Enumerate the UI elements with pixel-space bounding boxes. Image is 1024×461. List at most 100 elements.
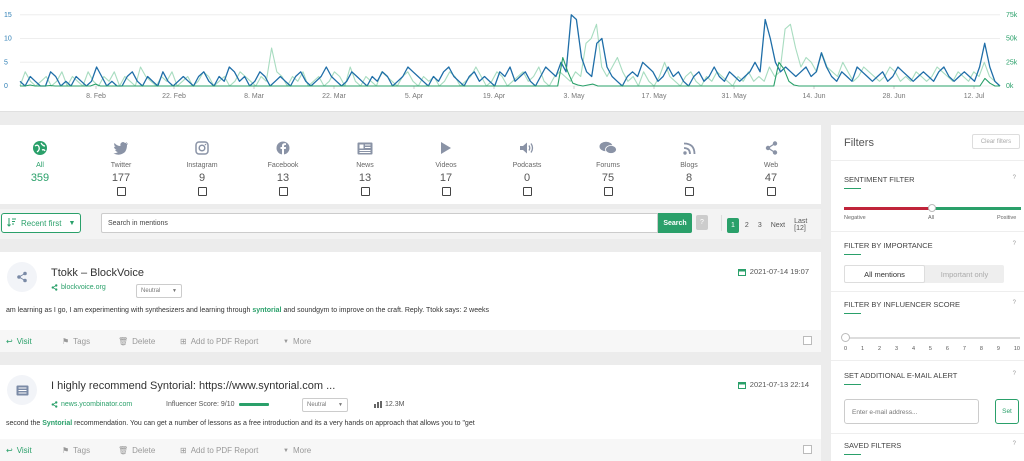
sentiment-value: Neutral <box>141 288 161 294</box>
influencer-tick: 1 <box>860 346 865 352</box>
mention-date: 2021-07-13 22:14 <box>737 380 809 389</box>
page-2[interactable]: 2 <box>742 218 752 233</box>
filters-panel: Filters Clear filters SENTIMENT FILTER ?… <box>831 125 1024 461</box>
set-email-alert-button[interactable]: Set <box>995 399 1019 424</box>
channel-all[interactable]: All 359 <box>0 139 80 184</box>
more-button[interactable]: ▼ More <box>283 337 311 346</box>
y-right-tick-label: 0k <box>1006 83 1014 90</box>
influencer-slider-handle[interactable] <box>841 333 850 342</box>
channel-count: 9 <box>198 172 206 184</box>
add-to-pdf-button[interactable]: ⊞ Add to PDF Report <box>180 337 258 346</box>
clear-filters-button[interactable]: Clear filters <box>972 134 1020 149</box>
mention-date: 2021-07-14 19:07 <box>737 267 809 276</box>
sentiment-positive-label: Positive <box>997 215 1017 221</box>
channel-checkbox[interactable] <box>522 187 532 196</box>
channel-checkbox[interactable] <box>684 187 694 196</box>
mention-source[interactable]: blockvoice.org <box>51 284 106 291</box>
page-3[interactable]: 3 <box>755 218 765 233</box>
page-next[interactable]: Next <box>768 218 788 233</box>
sort-label: Recent first <box>21 218 62 228</box>
mention-source[interactable]: news.ycombinator.com <box>51 401 132 408</box>
channel-videos[interactable]: Videos 17 <box>406 139 486 196</box>
channel-name: Podcasts <box>512 162 542 169</box>
add-to-pdf-button[interactable]: ⊞ Add to PDF Report <box>180 446 258 455</box>
tags-button[interactable]: ⚑ Tags <box>62 446 90 455</box>
channel-podcasts[interactable]: Podcasts 0 <box>487 139 567 196</box>
mention-date-label: 2021-07-13 22:14 <box>749 380 809 389</box>
search-help-button[interactable]: ? <box>696 215 708 230</box>
visit-label: Visit <box>16 337 32 346</box>
divider <box>831 160 1024 161</box>
snippet-keyword: syntorial <box>252 307 282 314</box>
mention-title[interactable]: Ttokk – BlockVoice <box>51 267 144 279</box>
channel-name: All <box>36 162 44 169</box>
more-label: More <box>292 446 312 455</box>
channel-blogs[interactable]: Blogs 8 <box>649 139 729 196</box>
channel-checkbox[interactable] <box>603 187 613 196</box>
y-right-tick-label: 25k <box>1006 59 1018 66</box>
influencer-tick: 10 <box>1013 346 1020 352</box>
sentiment-select[interactable]: Neutral ▼ <box>302 398 348 412</box>
influencer-score-label: Influencer Score: 9/10 <box>166 401 235 408</box>
channel-forums[interactable]: Forums 75 <box>568 139 648 196</box>
more-button[interactable]: ▼ More <box>283 446 311 455</box>
x-tick-label: 3. May <box>563 93 585 100</box>
channel-checkbox[interactable] <box>441 187 451 196</box>
heading-underline <box>844 254 861 255</box>
x-tick-label: 12. Jul <box>964 93 985 100</box>
tags-button[interactable]: ⚑ Tags <box>62 337 90 346</box>
mention-checkbox[interactable] <box>803 445 812 454</box>
plus-icon: ⊞ <box>180 446 187 455</box>
channel-checkbox[interactable] <box>360 187 370 196</box>
sentiment-select[interactable]: Neutral ▼ <box>136 284 182 298</box>
visit-button[interactable]: ↩ Visit <box>6 337 32 346</box>
page-last[interactable]: Last [12] <box>791 214 821 236</box>
important-only-option[interactable]: Important only <box>925 265 1004 283</box>
channel-checkbox[interactable] <box>197 187 207 196</box>
influencer-slider-track[interactable] <box>844 337 1020 339</box>
sentiment-slider-negative[interactable] <box>844 207 930 210</box>
email-alert-input[interactable]: Enter e-mail address... <box>844 399 979 424</box>
channel-facebook[interactable]: Facebook 13 <box>243 139 323 196</box>
all-mentions-option[interactable]: All mentions <box>844 265 925 283</box>
influencer-score-bar <box>238 403 269 406</box>
globe-icon <box>0 139 80 157</box>
sentiment-slider-handle[interactable] <box>928 204 936 212</box>
calendar-icon <box>737 268 746 276</box>
delete-button[interactable]: 🗑 Delete <box>118 337 155 346</box>
delete-button[interactable]: 🗑 Delete <box>118 446 155 455</box>
chevron-down-icon: ▼ <box>283 447 289 454</box>
help-icon[interactable]: ? <box>1013 441 1016 447</box>
channel-name: Twitter <box>110 162 132 169</box>
help-icon[interactable]: ? <box>1013 175 1016 181</box>
channel-instagram[interactable]: Instagram 9 <box>162 139 242 196</box>
news-icon <box>325 139 405 157</box>
help-icon[interactable]: ? <box>1013 371 1016 377</box>
page-1[interactable]: 1 <box>727 217 739 233</box>
help-icon[interactable]: ? <box>1013 241 1016 247</box>
sort-dropdown[interactable]: Recent first ▼ <box>1 213 81 233</box>
channel-name: Facebook <box>267 162 299 169</box>
search-input[interactable]: Search in mentions <box>101 213 658 233</box>
mention-title[interactable]: I highly recommend Syntorial: https://ww… <box>51 380 335 392</box>
mention-checkbox[interactable] <box>803 336 812 345</box>
x-tick-label: 28. Jun <box>883 93 906 100</box>
visit-button[interactable]: ↩ Visit <box>6 446 32 455</box>
channel-name: Instagram <box>186 162 218 169</box>
channel-count: 47 <box>764 172 778 184</box>
channel-checkbox[interactable] <box>116 187 126 196</box>
divider <box>831 231 1024 232</box>
help-icon[interactable]: ? <box>1013 300 1016 306</box>
channel-web[interactable]: Web 47 <box>731 139 811 196</box>
toolbar-divider <box>721 215 722 231</box>
sentiment-slider-positive[interactable] <box>934 207 1021 210</box>
chevron-down-icon: ▼ <box>172 288 177 294</box>
channel-checkbox[interactable] <box>278 187 288 196</box>
channel-twitter[interactable]: Twitter 177 <box>81 139 161 196</box>
channel-count: 359 <box>30 172 50 184</box>
channel-checkbox[interactable] <box>766 187 776 196</box>
channel-count: 13 <box>358 172 372 184</box>
search-button[interactable]: Search <box>658 213 692 233</box>
channel-news[interactable]: News 13 <box>325 139 405 196</box>
mentions-panel: All 359 Twitter 177 Instagram 9 Facebook 13 News… <box>0 125 821 461</box>
